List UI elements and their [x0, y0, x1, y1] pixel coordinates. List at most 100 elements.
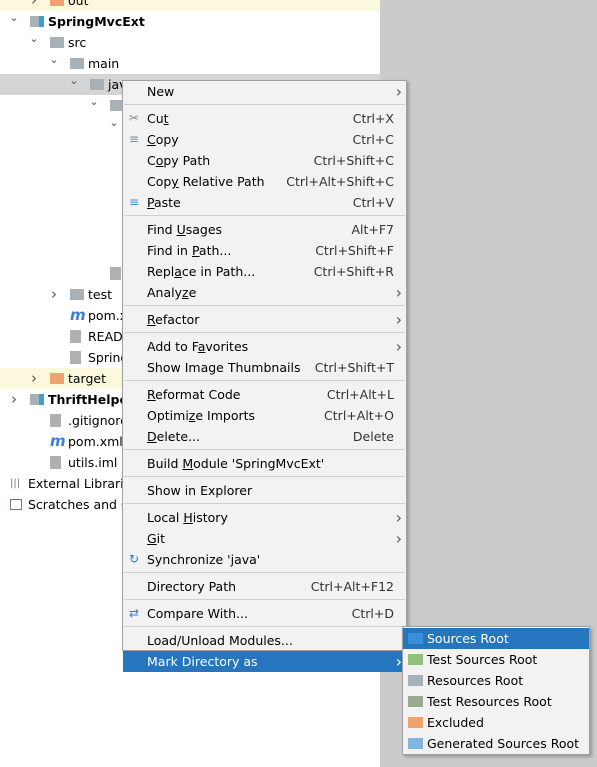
- chevron-right-icon[interactable]: ›: [8, 389, 20, 410]
- file-icon: [50, 456, 61, 469]
- menu-item-cut[interactable]: CutCut✂Ctrl+X: [123, 108, 406, 129]
- submenu-item-label: Generated Sources Root: [427, 736, 580, 751]
- menu-item-label: Cut: [147, 111, 169, 126]
- folder-test-sources-icon: [408, 654, 423, 665]
- menu-item-label: Show in Explorer: [147, 483, 253, 498]
- menu-item-label: Optimize Imports: [147, 408, 256, 423]
- menu-item-shortcut: Ctrl+X: [352, 111, 394, 126]
- menu-item-label: Reformat Code: [147, 387, 241, 402]
- chevron-right-icon: ›: [395, 337, 402, 356]
- menu-item-shortcut: Ctrl+Alt+O: [324, 408, 394, 423]
- menu-item-load-unload-modules[interactable]: Load/Unload Modules...: [123, 630, 406, 651]
- tree-row[interactable]: ⌄ main: [0, 53, 380, 74]
- submenu-item-test-sources-root[interactable]: Test Sources Root: [403, 649, 589, 670]
- maven-icon: m: [50, 432, 66, 450]
- menu-item-shortcut: Ctrl+Alt+L: [326, 387, 394, 402]
- tree-item-label: main: [88, 56, 120, 71]
- menu-item-copy-relative-path[interactable]: Copy Relative PathCopyCtrl+Alt+Shift+C: [123, 171, 406, 192]
- menu-item-show-in-explorer[interactable]: Show in Explorer: [123, 480, 406, 501]
- chevron-right-icon: ›: [395, 508, 402, 527]
- chevron-right-icon[interactable]: ›: [28, 368, 40, 389]
- chevron-down-icon[interactable]: ⌄: [28, 28, 40, 49]
- folder-sources-icon: [408, 633, 423, 644]
- menu-item-optimize-imports[interactable]: Optimize ImportsOptimizCtrl+Alt+O: [123, 405, 406, 426]
- tree-row[interactable]: › out: [0, 0, 380, 11]
- menu-item-label: Paste: [147, 195, 181, 210]
- menu-item-compare-with[interactable]: Compare With... ⇄ Ctrl+D: [123, 603, 406, 624]
- menu-item-analyze[interactable]: AnalyzeAnalyz›: [123, 282, 406, 303]
- mark-directory-submenu: Sources Root Test Sources Root Resources R…: [402, 626, 590, 755]
- menu-item-git[interactable]: GitG›: [123, 528, 406, 549]
- menu-item-delete[interactable]: Delete...DDelete: [123, 426, 406, 447]
- menu-item-label: Build Module 'SpringMvcExt': [147, 456, 325, 471]
- menu-item-shortcut: Ctrl+C: [352, 132, 394, 147]
- menu-item-label: Find Usages: [147, 222, 223, 237]
- menu-item-label: Synchronize 'java': [147, 552, 261, 567]
- menu-item-mark-directory-as[interactable]: Mark Directory as ›: [123, 651, 406, 672]
- menu-item-label: Mark Directory as: [147, 654, 258, 669]
- submenu-item-generated-sources-root[interactable]: Generated Sources Root: [403, 733, 589, 754]
- paste-icon: ≡: [128, 195, 140, 209]
- tree-item-label: SpringMvcExt: [48, 14, 145, 29]
- submenu-item-excluded[interactable]: Excluded: [403, 712, 589, 733]
- folder-generated-icon: [408, 738, 423, 749]
- menu-item-new[interactable]: New ›: [123, 81, 406, 102]
- menu-item-label: New: [147, 84, 175, 99]
- scratches-icon: [10, 499, 22, 510]
- folder-excluded-icon: [50, 373, 64, 384]
- tree-row[interactable]: ⌄ SpringMvcExt: [0, 11, 380, 32]
- menu-item-synchronize-java[interactable]: Synchronize 'java' ↻: [123, 549, 406, 570]
- submenu-item-resources-root[interactable]: Resources Root: [403, 670, 589, 691]
- module-icon: [30, 16, 44, 27]
- menu-item-find-usages[interactable]: Find UsagesFind UAlt+F7: [123, 219, 406, 240]
- menu-item-reformat-code[interactable]: Reformat CodeRCtrl+Alt+L: [123, 384, 406, 405]
- chevron-right-icon[interactable]: ›: [48, 284, 60, 305]
- menu-item-directory-path[interactable]: Directory Path Ctrl+Alt+F12: [123, 576, 406, 597]
- chevron-right-icon: ›: [395, 283, 402, 302]
- menu-item-shortcut: Ctrl+Shift+F: [315, 243, 394, 258]
- folder-icon: [70, 58, 84, 69]
- menu-item-add-to-favorites[interactable]: Add to FavoritesAdd to Fa›: [123, 336, 406, 357]
- module-icon: [30, 394, 44, 405]
- submenu-item-label: Sources Root: [427, 631, 509, 646]
- folder-icon: [50, 37, 64, 48]
- menu-item-find-in-path[interactable]: Find in Path...Find in PCtrl+Shift+F: [123, 240, 406, 261]
- submenu-item-label: Excluded: [427, 715, 484, 730]
- menu-item-label: Copy Relative Path: [147, 174, 265, 189]
- submenu-item-sources-root[interactable]: Sources Root: [403, 628, 589, 649]
- menu-item-label: Analyze: [147, 285, 197, 300]
- menu-item-shortcut: Ctrl+V: [352, 195, 394, 210]
- menu-item-show-image-thumbnails[interactable]: Show Image Thumbnails Ctrl+Shift+T: [123, 357, 406, 378]
- tree-item-label: out: [68, 0, 89, 8]
- chevron-down-icon[interactable]: ⌄: [108, 112, 120, 133]
- menu-item-build-module-springmvcext[interactable]: Build Module 'SpringMvcExt'Build M: [123, 453, 406, 474]
- tree-item-label: test: [88, 287, 113, 302]
- chevron-right-icon: ›: [395, 82, 402, 101]
- file-icon: [110, 267, 121, 280]
- libraries-icon: |||: [10, 478, 21, 489]
- menu-item-refactor[interactable]: RefactorR›: [123, 309, 406, 330]
- submenu-item-test-resources-root[interactable]: Test Resources Root: [403, 691, 589, 712]
- scissors-icon: ✂: [128, 111, 140, 125]
- file-icon: [50, 414, 61, 427]
- chevron-right-icon[interactable]: ›: [28, 0, 40, 11]
- chevron-down-icon[interactable]: ⌄: [8, 7, 20, 28]
- menu-item-copy[interactable]: CopyC≡Ctrl+C: [123, 129, 406, 150]
- chevron-down-icon[interactable]: ⌄: [48, 49, 60, 70]
- folder-icon: [70, 289, 84, 300]
- menu-item-shortcut: Delete: [352, 429, 394, 444]
- menu-item-label: Replace in Path...: [147, 264, 256, 279]
- file-icon: [70, 351, 81, 364]
- menu-item-label: Load/Unload Modules...: [147, 633, 293, 648]
- chevron-down-icon[interactable]: ⌄: [88, 91, 100, 112]
- chevron-down-icon[interactable]: ⌄: [68, 70, 80, 91]
- menu-item-copy-path[interactable]: Copy PathCoCtrl+Shift+C: [123, 150, 406, 171]
- submenu-item-label: Test Resources Root: [427, 694, 552, 709]
- menu-item-replace-in-path[interactable]: Replace in Path...ReplaCtrl+Shift+R: [123, 261, 406, 282]
- menu-item-local-history[interactable]: Local HistoryLocal H›: [123, 507, 406, 528]
- menu-item-label: Add to Favorites: [147, 339, 249, 354]
- file-icon: [70, 330, 81, 343]
- menu-item-label: Copy Path: [147, 153, 211, 168]
- menu-item-paste[interactable]: PasteP≡Ctrl+V: [123, 192, 406, 213]
- menu-item-shortcut: Ctrl+Shift+T: [314, 360, 394, 375]
